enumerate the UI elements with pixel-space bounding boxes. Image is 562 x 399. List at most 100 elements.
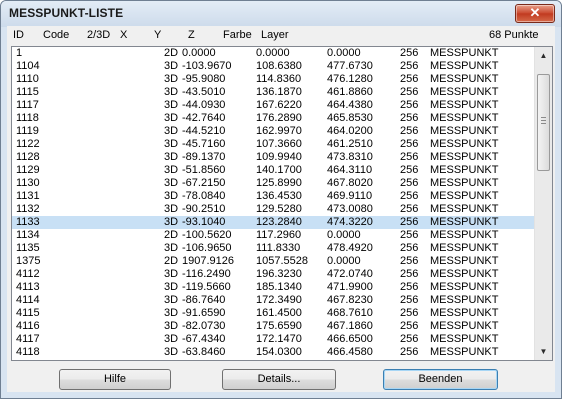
grip-line bbox=[541, 117, 546, 118]
cell-y: 114.8360 bbox=[256, 73, 302, 85]
vertical-scrollbar[interactable]: ▲ ▼ bbox=[534, 47, 552, 360]
table-row[interactable]: 1117 3D -44.0930 167.6220 464.4380 256 MESSPUN… bbox=[12, 99, 534, 112]
cell-dim: 3D bbox=[164, 216, 179, 228]
cell-layer: MESSPUNKT bbox=[430, 73, 499, 85]
close-button[interactable]: ✕ bbox=[515, 4, 555, 23]
scroll-up-arrow-icon[interactable]: ▲ bbox=[535, 47, 552, 64]
cell-dim: 2D bbox=[164, 229, 179, 241]
table-row[interactable]: 1131 3D -78.0840 136.4530 469.9110 256 MESSPUN… bbox=[12, 190, 534, 203]
hilfe-button[interactable]: Hilfe bbox=[59, 369, 171, 390]
cell-x: -44.0930 bbox=[182, 99, 226, 111]
cell-z: 468.7610 bbox=[327, 307, 373, 319]
cell-farbe: 256 bbox=[400, 138, 419, 150]
cell-x: -44.5210 bbox=[182, 125, 226, 137]
cell-z: 467.8230 bbox=[327, 294, 373, 306]
cell-layer: MESSPUNKT bbox=[430, 60, 499, 72]
cell-dim: 3D bbox=[164, 86, 179, 98]
cell-layer: MESSPUNKT bbox=[430, 203, 499, 215]
table-row[interactable]: 1 2D 0.0000 0.0000 0.0000 256 MESSPUNKT bbox=[12, 47, 534, 60]
cell-farbe: 256 bbox=[400, 164, 419, 176]
cell-farbe: 256 bbox=[400, 99, 419, 111]
point-list[interactable]: 1 2D 0.0000 0.0000 0.0000 256 MESSPUNKT 1104 3D -… bbox=[11, 46, 553, 361]
header-code: Code bbox=[43, 29, 70, 41]
cell-farbe: 256 bbox=[400, 333, 419, 345]
cell-id: 4112 bbox=[16, 268, 40, 280]
table-row[interactable]: 4116 3D -82.0730 175.6590 467.1860 256 MESSPUN… bbox=[12, 320, 534, 333]
cell-y: 172.3490 bbox=[256, 294, 302, 306]
table-row-selected[interactable]: 1133 3D -93.1040 123.2840 474.3220 256 MESSPUN… bbox=[12, 216, 534, 229]
table-row[interactable]: 1129 3D -51.8560 140.1700 464.3110 256 MESSPUN… bbox=[12, 164, 534, 177]
cell-layer: MESSPUNKT bbox=[430, 255, 499, 267]
cell-x: -89.1370 bbox=[182, 151, 226, 163]
point-count: 68 Punkte bbox=[489, 29, 539, 41]
table-row[interactable]: 4112 3D -116.2490 196.3230 472.0740 256 MESSPU… bbox=[12, 268, 534, 281]
table-row[interactable]: 1132 3D -90.2510 129.5280 473.0080 256 MESSPUN… bbox=[12, 203, 534, 216]
table-row[interactable]: 1115 3D -43.5010 136.1870 461.8860 256 MESSPUN… bbox=[12, 86, 534, 99]
beenden-button[interactable]: Beenden bbox=[383, 369, 498, 390]
cell-z: 474.3220 bbox=[327, 216, 373, 228]
cell-x: 0.0000 bbox=[182, 47, 216, 59]
cell-z: 471.9900 bbox=[327, 281, 373, 293]
cell-layer: MESSPUNKT bbox=[430, 151, 499, 163]
cell-id: 1134 bbox=[16, 229, 40, 241]
cell-z: 476.1280 bbox=[327, 73, 373, 85]
scroll-thumb[interactable] bbox=[537, 74, 550, 171]
header-dim: 2/3D bbox=[87, 29, 111, 41]
cell-id: 1119 bbox=[16, 125, 39, 137]
table-row[interactable]: 1134 2D -100.5620 117.2960 0.0000 256 MESSPUNK… bbox=[12, 229, 534, 242]
scroll-down-arrow-icon[interactable]: ▼ bbox=[535, 343, 552, 360]
table-row[interactable]: 4115 3D -91.6590 161.4500 468.7610 256 MESSPUN… bbox=[12, 307, 534, 320]
table-row[interactable]: 1135 3D -106.9650 111.8330 478.4920 256 MESSPU… bbox=[12, 242, 534, 255]
cell-z: 466.4580 bbox=[327, 346, 373, 358]
table-row[interactable]: 1122 3D -45.7160 107.3660 461.2510 256 MESSPUN… bbox=[12, 138, 534, 151]
table-row[interactable]: 4118 3D -63.8460 154.0300 466.4580 256 MESSPUN… bbox=[12, 346, 534, 359]
cell-farbe: 256 bbox=[400, 86, 419, 98]
table-row[interactable]: 1375 2D 1907.9126 1057.5528 0.0000 256 MESSPUN… bbox=[12, 255, 534, 268]
cell-y: 172.1470 bbox=[256, 333, 302, 345]
cell-id: 1375 bbox=[16, 255, 41, 267]
cell-id: 1 bbox=[16, 47, 23, 59]
cell-layer: MESSPUNKT bbox=[430, 333, 499, 345]
table-row[interactable]: 4114 3D -86.7640 172.3490 467.8230 256 MESSPUN… bbox=[12, 294, 534, 307]
cell-z: 464.0200 bbox=[327, 125, 373, 137]
table-row[interactable]: 1118 3D -42.7640 176.2890 465.8530 256 MESSPUN… bbox=[12, 112, 534, 125]
cell-farbe: 256 bbox=[400, 73, 419, 85]
table-row[interactable]: 1110 3D -95.9080 114.8360 476.1280 256 MESSPUN… bbox=[12, 73, 534, 86]
cell-id: 1122 bbox=[16, 138, 40, 150]
cell-dim: 3D bbox=[164, 307, 179, 319]
window-title: MESSPUNKT-LISTE bbox=[9, 6, 124, 20]
cell-z: 473.0080 bbox=[327, 203, 373, 215]
table-row[interactable]: 1104 3D -103.9670 108.6380 477.6730 256 MESSPU… bbox=[12, 60, 534, 73]
cell-id: 4116 bbox=[16, 320, 40, 332]
cell-layer: MESSPUNKT bbox=[430, 125, 499, 137]
cell-x: -63.8460 bbox=[182, 346, 226, 358]
title-bar[interactable]: MESSPUNKT-LISTE ✕ bbox=[1, 1, 561, 27]
details-button[interactable]: Details... bbox=[222, 369, 336, 390]
table-row[interactable]: 1128 3D -89.1370 109.9940 473.8310 256 MESSPUN… bbox=[12, 151, 534, 164]
table-row[interactable]: 4117 3D -67.4340 172.1470 466.6500 256 MESSPUN… bbox=[12, 333, 534, 346]
cell-y: 162.9970 bbox=[256, 125, 302, 137]
cell-z: 469.9110 bbox=[327, 190, 373, 202]
cell-z: 0.0000 bbox=[327, 229, 361, 241]
cell-farbe: 256 bbox=[400, 294, 419, 306]
cell-x: -91.6590 bbox=[182, 307, 226, 319]
cell-farbe: 256 bbox=[400, 112, 419, 124]
header-layer: Layer bbox=[261, 29, 289, 41]
cell-y: 185.1340 bbox=[256, 281, 302, 293]
cell-y: 129.5280 bbox=[256, 203, 302, 215]
cell-farbe: 256 bbox=[400, 281, 419, 293]
table-row[interactable]: 1130 3D -67.2150 125.8990 467.8020 256 MESSPUN… bbox=[12, 177, 534, 190]
cell-farbe: 256 bbox=[400, 255, 419, 267]
cell-id: 1115 bbox=[16, 86, 39, 98]
cell-x: -90.2510 bbox=[182, 203, 226, 215]
cell-dim: 3D bbox=[164, 177, 179, 189]
cell-layer: MESSPUNKT bbox=[430, 177, 499, 189]
cell-y: 107.3660 bbox=[256, 138, 302, 150]
header-id: ID bbox=[13, 29, 24, 41]
cell-z: 461.8860 bbox=[327, 86, 373, 98]
cell-y: 175.6590 bbox=[256, 320, 302, 332]
table-row[interactable]: 1119 3D -44.5210 162.9970 464.0200 256 MESSPUN… bbox=[12, 125, 534, 138]
table-row[interactable]: 4113 3D -119.5660 185.1340 471.9900 256 MESSPU… bbox=[12, 281, 534, 294]
cell-farbe: 256 bbox=[400, 125, 419, 137]
dialog-client: ID Code 2/3D X Y Z Farbe Layer 68 Punkte… bbox=[7, 26, 555, 392]
